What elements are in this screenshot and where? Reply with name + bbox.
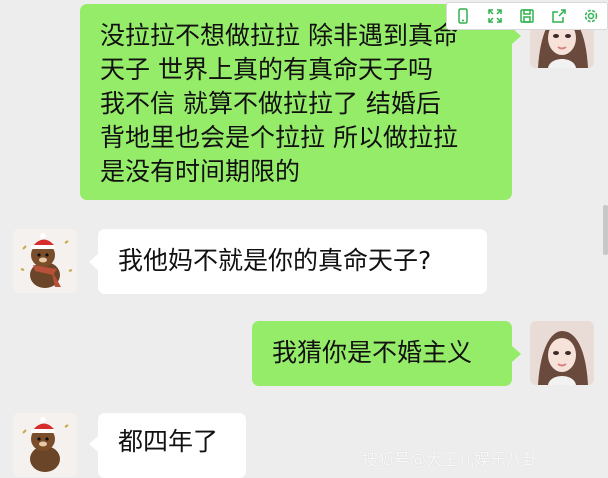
message-bubble-received[interactable]: 都四年了 <box>98 413 246 478</box>
message-bubble-sent[interactable]: 没拉拉不想做拉拉 除非遇到真命 天子 世界上真的有真命天子吗 我不信 就算不做拉… <box>80 4 512 200</box>
bubble-tail <box>512 346 521 362</box>
expand-icon[interactable] <box>485 6 505 26</box>
message-line: 我不信 就算不做拉拉了 结婚后 <box>100 89 441 118</box>
avatar-contact[interactable] <box>13 229 77 293</box>
message-line: 背地里也会是个拉拉 所以做拉拉 <box>100 123 458 152</box>
bubble-tail <box>512 28 521 44</box>
message-line: 是没有时间期限的 <box>100 157 301 186</box>
save-icon[interactable] <box>517 6 537 26</box>
message-line: 我猜你是不婚主义 <box>272 338 473 367</box>
floating-toolbar <box>446 2 608 30</box>
avatar-self[interactable] <box>530 321 594 385</box>
settings-icon[interactable] <box>581 6 601 26</box>
message-bubble-received[interactable]: 我他妈不就是你的真命天子? <box>98 229 487 294</box>
bubble-tail <box>89 436 98 452</box>
share-icon[interactable] <box>549 6 569 26</box>
watermark: 搜狐号@大玉儿娱乐八卦 <box>362 450 539 469</box>
message-line: 都四年了 <box>118 427 219 456</box>
bubble-tail <box>89 254 98 270</box>
message-line: 没拉拉不想做拉拉 除非遇到真命 <box>100 21 458 50</box>
avatar-contact[interactable] <box>13 413 77 477</box>
message-bubble-sent[interactable]: 我猜你是不婚主义 <box>252 321 512 386</box>
phone-icon[interactable] <box>453 6 473 26</box>
message-line: 我他妈不就是你的真命天子? <box>118 246 432 275</box>
scrollbar-thumb[interactable] <box>603 205 608 255</box>
message-line: 天子 世界上真的有真命天子吗 <box>100 55 433 84</box>
